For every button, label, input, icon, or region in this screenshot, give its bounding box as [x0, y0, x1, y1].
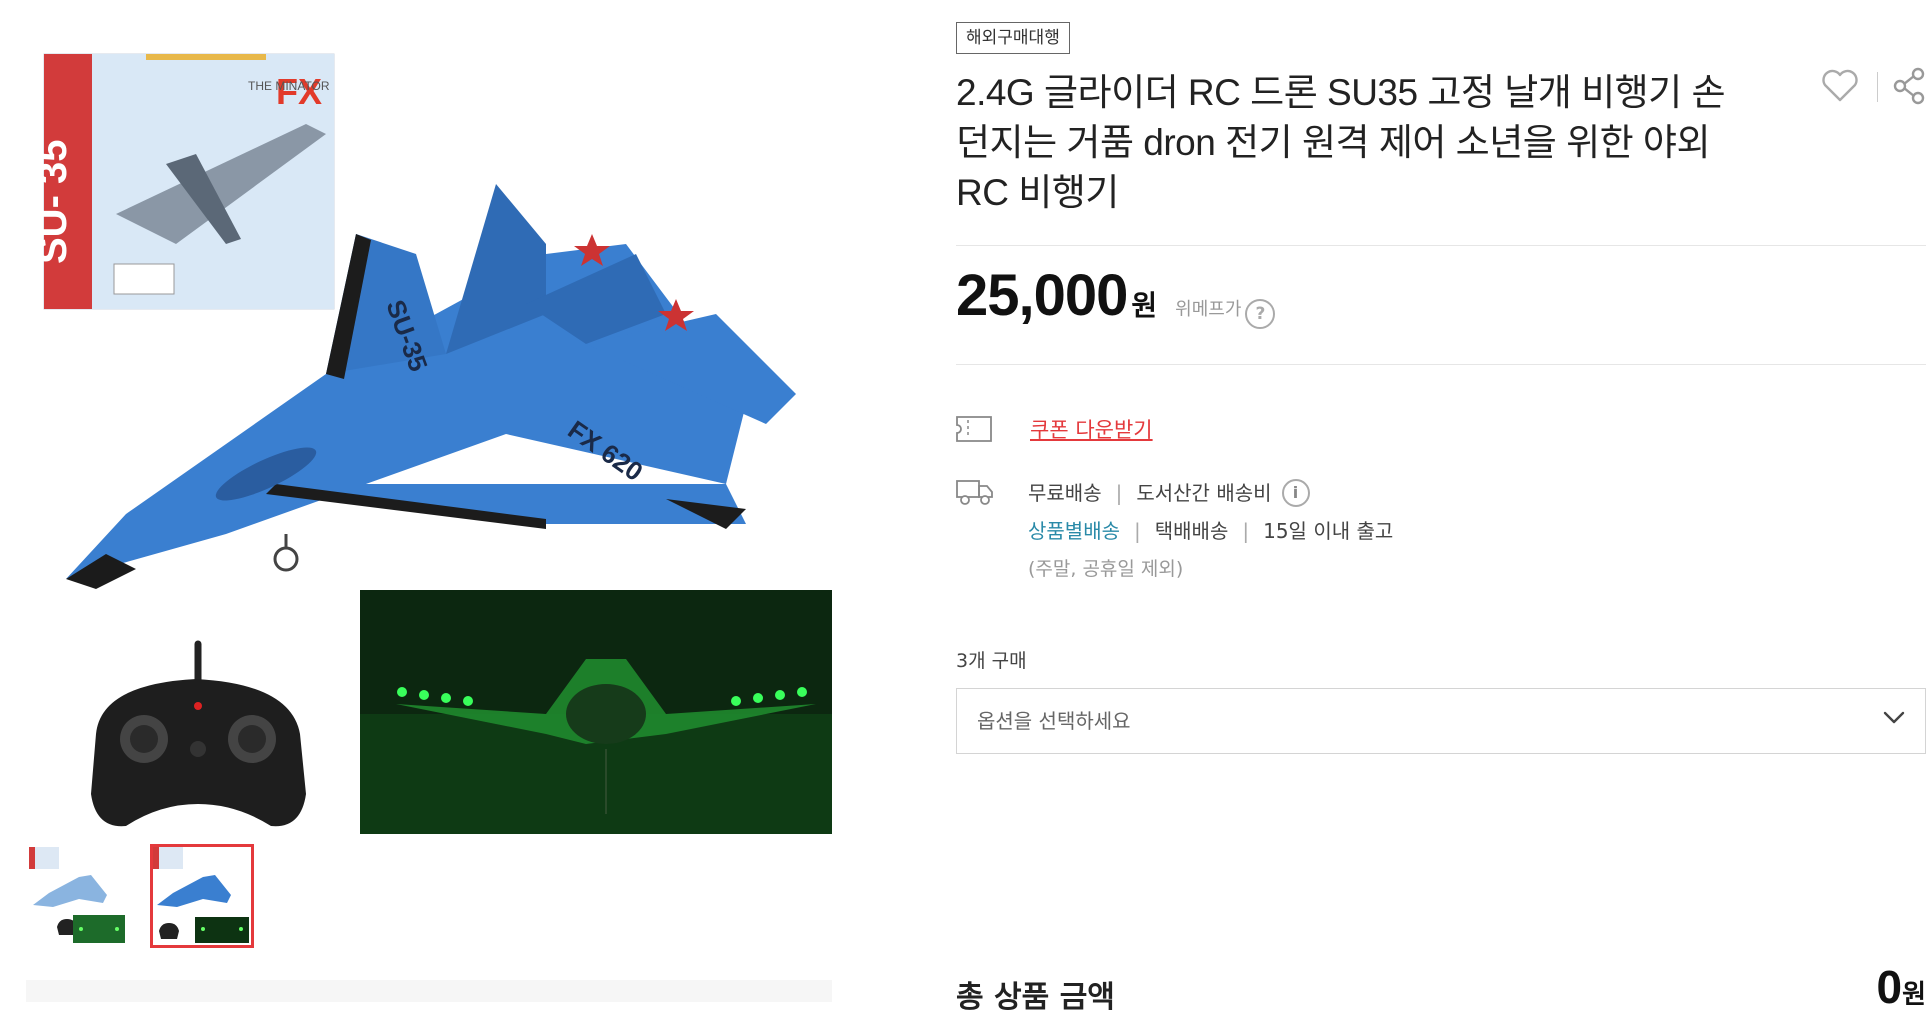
separator: |: [1242, 519, 1250, 543]
free-shipping-label: 무료배송: [1028, 481, 1102, 505]
thumbnail-1-image: [29, 847, 125, 943]
price-row: 25,000 원 위메프가 ?: [956, 262, 1276, 329]
price-unit: 원: [1131, 289, 1158, 322]
option-select[interactable]: 옵션을 선택하세요: [956, 688, 1926, 754]
total-amount: 0: [1876, 961, 1903, 1013]
remote-controller-image: [91, 640, 306, 827]
overseas-purchase-badge: 해외구매대행: [956, 22, 1070, 54]
gallery-bottom-bar: [26, 980, 832, 1002]
price-value: 25,000: [956, 263, 1128, 328]
help-icon[interactable]: ?: [1245, 299, 1276, 329]
wishlist-button[interactable]: [1818, 64, 1862, 108]
truck-icon: [956, 480, 993, 505]
info-icon[interactable]: i: [1281, 479, 1310, 507]
separator: |: [1115, 481, 1123, 505]
coupon-row: 쿠폰 다운받기: [956, 414, 1153, 444]
heart-icon: [1822, 69, 1858, 102]
thumbnail-2[interactable]: [150, 844, 254, 948]
courier-label: 택배배송: [1154, 519, 1229, 543]
share-button[interactable]: [1892, 66, 1926, 106]
divider: [956, 364, 1926, 365]
per-item-shipping-label: 상품별배송: [1028, 519, 1120, 543]
night-flight-image: [360, 590, 832, 834]
thumbnail-strip: [26, 844, 254, 948]
total-value: 0원: [1876, 960, 1926, 1014]
product-box: SU- 35 FX THE MINATOR: [31, 53, 335, 310]
thumbnail-1[interactable]: [26, 844, 130, 948]
coupon-download-link[interactable]: 쿠폰 다운받기: [1030, 414, 1153, 444]
separator: |: [1134, 519, 1141, 543]
total-unit: 원: [1902, 979, 1926, 1009]
chevron-down-icon: [1883, 711, 1905, 724]
thumbnail-2-image: [153, 847, 249, 943]
quantity-label: 3개 구매: [956, 650, 1027, 672]
icon-divider: [1877, 72, 1878, 102]
dispatch-label: 15일 이내 출고: [1263, 519, 1394, 543]
product-title: 2.4G 글라이더 RC 드론 SU35 고정 날개 비행기 손 던지는 거품 …: [956, 72, 1726, 213]
share-icon: [1893, 67, 1925, 105]
main-product-image: SU- 35 FX THE MINATOR SU-35 FX 620: [26, 14, 832, 834]
coupon-ticket-icon: [956, 416, 992, 442]
shipping-note: (주말, 공휴일 제외): [1028, 558, 1184, 580]
remote-area-fee-label: 도서산간 배송비: [1136, 481, 1272, 505]
option-placeholder: 옵션을 선택하세요: [977, 709, 1131, 733]
box-subtitle-text: THE MINATOR: [248, 79, 330, 93]
product-illustration: SU- 35 FX THE MINATOR SU-35 FX 620: [31, 53, 832, 834]
divider: [956, 245, 1926, 246]
price-label: 위메프가: [1175, 299, 1242, 320]
box-model-text: SU- 35: [31, 140, 75, 265]
product-info-panel: 해외구매대행 2.4G 글라이더 RC 드론 SU35 고정 날개 비행기 손 …: [956, 0, 1926, 1015]
total-label: 총 상품 금액: [956, 980, 1115, 1015]
